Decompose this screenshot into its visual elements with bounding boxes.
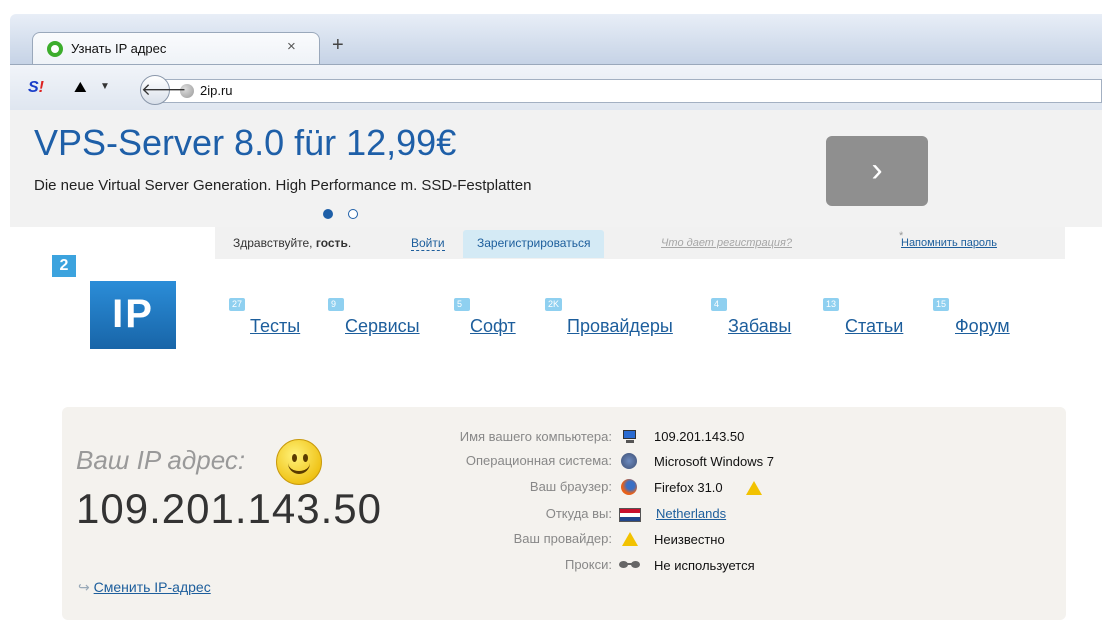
smiley-eye xyxy=(292,454,297,462)
tab-favicon-icon xyxy=(47,41,63,57)
smiley-mouth xyxy=(288,462,310,474)
info-label: Ваш браузер: xyxy=(529,479,612,494)
new-tab-icon[interactable]: + xyxy=(332,34,344,57)
info-label: Имя вашего компьютера: xyxy=(459,429,612,444)
provider-value: Неизвестно xyxy=(654,532,725,547)
browser-value: Firefox 31.0 xyxy=(654,480,723,495)
computer-icon xyxy=(620,429,640,445)
computer-name-value: 109.201.143.50 xyxy=(654,429,745,444)
chevron-right-icon: › xyxy=(871,151,883,189)
ip-info-card: Ваш IP адрес: 109.201.143.50 ↪ Сменить I… xyxy=(62,407,1066,620)
menu-badge: 4 xyxy=(711,298,727,311)
addon-s-icon[interactable]: S! xyxy=(28,79,44,97)
login-link[interactable]: Войти xyxy=(411,236,445,251)
info-row: Имя вашего компьютера: xyxy=(362,429,612,449)
warning-icon xyxy=(622,532,638,551)
url-bar[interactable]: 2ip.ru xyxy=(160,79,1102,103)
change-ip-link[interactable]: ↪ Сменить IP-адрес xyxy=(78,579,211,596)
change-ip-label[interactable]: Сменить IP-адрес xyxy=(94,579,211,595)
firefox-icon xyxy=(621,479,637,495)
menu-item-fun[interactable]: Забавы xyxy=(728,316,791,337)
proxy-value: Не используется xyxy=(654,558,755,573)
ip-label: Ваш IP адрес: xyxy=(76,445,246,475)
ad-banner[interactable]: VPS-Server 8.0 für 12,99€ Die neue Virtu… xyxy=(10,110,1102,227)
addon-dropdown-icon[interactable]: ▼ xyxy=(100,81,110,92)
info-row: Откуда вы: xyxy=(362,506,612,526)
user-bar: Здравствуйте, гость. Войти Зарегистриров… xyxy=(215,227,1065,259)
menu-item-services[interactable]: Сервисы xyxy=(345,316,420,337)
back-arrow-icon: 🡐 xyxy=(141,80,187,99)
menu-item-tests[interactable]: Тесты xyxy=(250,316,300,337)
back-button[interactable]: 🡐 xyxy=(140,75,187,105)
ad-subtitle[interactable]: Die neue Virtual Server Generation. High… xyxy=(34,177,531,194)
logo-badge: 2 xyxy=(52,255,76,277)
glasses-icon xyxy=(619,561,641,569)
menu-item-providers[interactable]: Провайдеры xyxy=(567,316,673,337)
tab-strip: Узнать IP адрес × + xyxy=(10,14,1102,66)
register-button[interactable]: Зарегистрироваться xyxy=(463,230,605,258)
return-arrow-icon: ↪ xyxy=(78,579,90,595)
menu-badge: 9 xyxy=(328,298,344,311)
ad-title[interactable]: VPS-Server 8.0 für 12,99€ xyxy=(34,122,456,164)
greeting-text: Здравствуйте, xyxy=(233,236,313,250)
ad-slide-dot-active[interactable] xyxy=(323,209,333,219)
remind-password-link[interactable]: Напомнить пароль xyxy=(901,237,997,249)
info-row: Операционная система: xyxy=(362,453,612,473)
ad-next-button[interactable]: › xyxy=(826,136,928,206)
menu-item-software[interactable]: Софт xyxy=(470,316,516,337)
menu-item-forum[interactable]: Форум xyxy=(955,316,1010,337)
os-value: Microsoft Windows 7 xyxy=(654,454,774,469)
menu-badge: 27 xyxy=(229,298,246,311)
guest-name: гость xyxy=(315,236,348,250)
browser-warning-icon xyxy=(746,481,762,500)
country-link[interactable]: Netherlands xyxy=(656,506,726,521)
info-label: Ваш провайдер: xyxy=(513,531,612,546)
info-label: Операционная система: xyxy=(465,453,612,468)
info-label: Откуда вы: xyxy=(545,506,612,521)
info-row: Ваш браузер: xyxy=(362,479,612,499)
ad-slide-dot[interactable] xyxy=(348,209,358,219)
register-info-link[interactable]: Что дает регистрация? xyxy=(661,237,792,249)
netherlands-flag-icon xyxy=(619,508,641,522)
menu-badge: 13 xyxy=(823,298,840,311)
info-row: Ваш провайдер: xyxy=(362,531,612,551)
browser-tab[interactable]: Узнать IP адрес × xyxy=(32,32,320,66)
logo-text: IP xyxy=(90,281,176,349)
addon-app-icon[interactable]: ⛰ xyxy=(74,79,87,96)
menu-badge: 15 xyxy=(933,298,950,311)
greeting: Здравствуйте, гость. xyxy=(233,236,352,250)
info-label: Прокси: xyxy=(564,557,612,572)
menu-item-articles[interactable]: Статьи xyxy=(845,316,903,337)
url-text[interactable]: 2ip.ru xyxy=(200,83,233,98)
windows-icon xyxy=(621,453,637,469)
menu-badge: 2K xyxy=(545,298,563,311)
smiley-icon xyxy=(276,439,322,485)
tab-close-icon[interactable]: × xyxy=(287,38,296,55)
info-row: Прокси: xyxy=(362,557,612,577)
menu-badge: 5 xyxy=(454,298,470,311)
browser-chrome: Узнать IP адрес × + S! ⛰ ▼ 2ip.ru 🡐 xyxy=(0,0,1102,110)
smiley-eye xyxy=(303,454,308,462)
navigation-bar: S! ⛰ ▼ 2ip.ru 🡐 xyxy=(10,64,1102,110)
tab-title: Узнать IP адрес xyxy=(71,41,167,56)
ip-address: 109.201.143.50 xyxy=(76,485,382,532)
